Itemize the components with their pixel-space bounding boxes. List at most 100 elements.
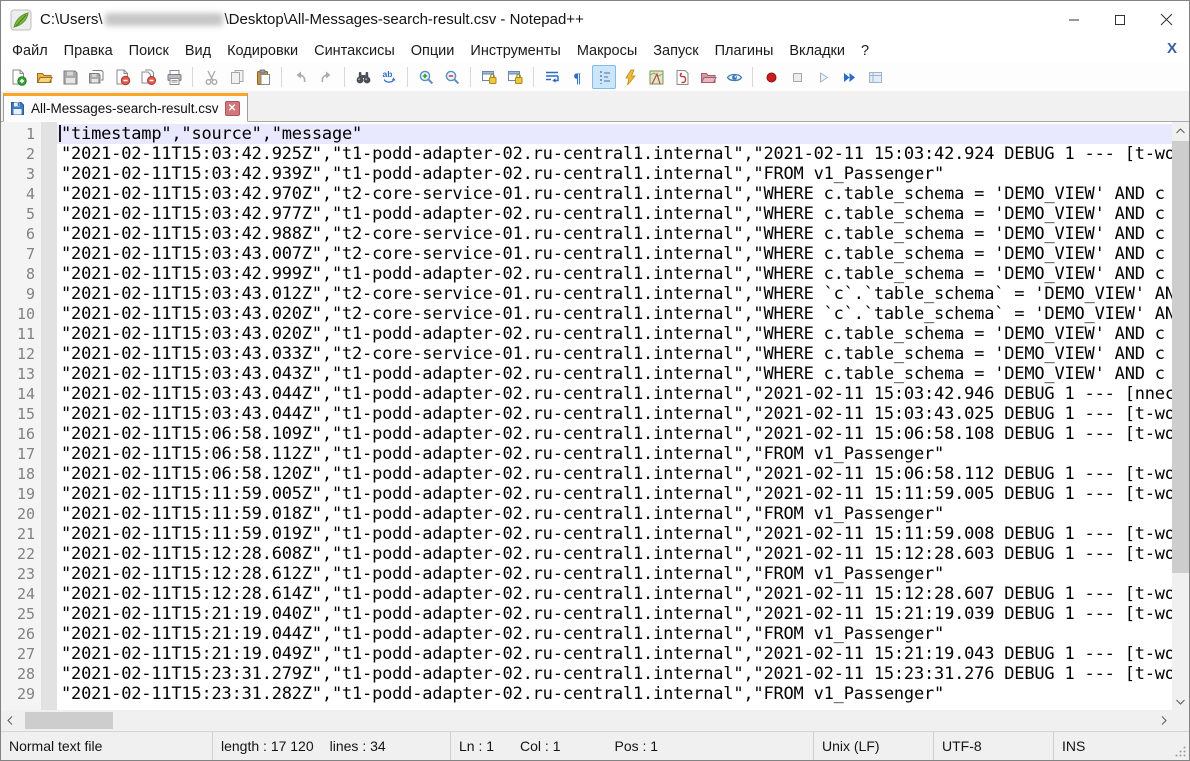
redo-icon[interactable]: [314, 65, 338, 89]
macro-play-icon[interactable]: [811, 65, 835, 89]
paste-icon[interactable]: [251, 65, 275, 89]
line-number[interactable]: 12: [1, 344, 35, 364]
horizontal-scrollbar[interactable]: [1, 710, 1172, 731]
line-number[interactable]: 10: [1, 304, 35, 324]
line-number[interactable]: 15: [1, 404, 35, 424]
editor-line[interactable]: "2021-02-11T15:21:19.044Z","t1-podd-adap…: [61, 624, 1172, 644]
line-number[interactable]: 28: [1, 664, 35, 684]
zoom-out-icon[interactable]: [440, 65, 464, 89]
macro-record-icon[interactable]: [759, 65, 783, 89]
zoom-in-icon[interactable]: [414, 65, 438, 89]
line-number[interactable]: 25: [1, 604, 35, 624]
tab-all-messages-search-result[interactable]: All-Messages-search-result.csv ✕: [3, 93, 248, 122]
menu-item[interactable]: Кодировки: [219, 41, 306, 61]
editor-line[interactable]: "2021-02-11T15:11:59.005Z","t1-podd-adap…: [61, 484, 1172, 504]
editor-line[interactable]: "2021-02-11T15:03:43.044Z","t1-podd-adap…: [61, 404, 1172, 424]
line-number[interactable]: 7: [1, 244, 35, 264]
line-number[interactable]: 16: [1, 424, 35, 444]
sync-horizontal-scroll-icon[interactable]: [503, 65, 527, 89]
title-bar[interactable]: C:\Users\\Desktop\All-Messages-search-re…: [1, 1, 1189, 38]
editor-line[interactable]: "2021-02-11T15:03:42.999Z","t1-podd-adap…: [61, 264, 1172, 284]
editor-line[interactable]: "2021-02-11T15:12:28.612Z","t1-podd-adap…: [61, 564, 1172, 584]
menu-item[interactable]: Вкладки: [781, 41, 853, 61]
vertical-scroll-thumb[interactable]: [1172, 141, 1189, 573]
scroll-up-arrow-icon[interactable]: [1172, 122, 1189, 139]
close-button[interactable]: [1143, 1, 1189, 38]
save-all-icon[interactable]: [84, 65, 108, 89]
line-number[interactable]: 1: [1, 124, 35, 144]
line-number[interactable]: 5: [1, 204, 35, 224]
text-area[interactable]: "timestamp","source","message""2021-02-1…: [57, 122, 1172, 710]
editor-line[interactable]: "2021-02-11T15:11:59.018Z","t1-podd-adap…: [61, 504, 1172, 524]
scroll-left-arrow-icon[interactable]: [1, 710, 18, 731]
line-number[interactable]: 19: [1, 484, 35, 504]
editor-line[interactable]: "2021-02-11T15:23:31.282Z","t1-podd-adap…: [61, 684, 1172, 704]
menu-item[interactable]: Синтаксисы: [306, 41, 403, 61]
scroll-down-arrow-icon[interactable]: [1172, 693, 1189, 710]
line-number[interactable]: 24: [1, 584, 35, 604]
menu-item[interactable]: Поиск: [121, 41, 177, 61]
line-number[interactable]: 11: [1, 324, 35, 344]
resize-grip-icon[interactable]: [1174, 745, 1187, 758]
print-icon[interactable]: [162, 65, 186, 89]
save-icon[interactable]: [58, 65, 82, 89]
macro-run-multiple-icon[interactable]: [837, 65, 861, 89]
new-file-icon[interactable]: [6, 65, 30, 89]
scroll-right-arrow-icon[interactable]: [1155, 710, 1172, 731]
editor-line[interactable]: "2021-02-11T15:03:43.020Z","t2-core-serv…: [61, 304, 1172, 324]
folder-as-workspace-icon[interactable]: [696, 65, 720, 89]
editor-line[interactable]: "2021-02-11T15:03:43.033Z","t2-core-serv…: [61, 344, 1172, 364]
line-number[interactable]: 18: [1, 464, 35, 484]
editor-line[interactable]: "2021-02-11T15:03:42.988Z","t2-core-serv…: [61, 224, 1172, 244]
status-eol-format[interactable]: Unix (LF): [814, 732, 934, 760]
line-number[interactable]: 22: [1, 544, 35, 564]
user-defined-language-icon[interactable]: [618, 65, 642, 89]
close-all-files-icon[interactable]: [136, 65, 160, 89]
undo-icon[interactable]: [288, 65, 312, 89]
editor-line[interactable]: "2021-02-11T15:03:42.925Z","t1-podd-adap…: [61, 144, 1172, 164]
editor-line[interactable]: "2021-02-11T15:12:28.608Z","t1-podd-adap…: [61, 544, 1172, 564]
editor-line[interactable]: "2021-02-11T15:03:43.020Z","t1-podd-adap…: [61, 324, 1172, 344]
monitoring-icon[interactable]: [722, 65, 746, 89]
editor-line[interactable]: "2021-02-11T15:03:42.977Z","t1-podd-adap…: [61, 204, 1172, 224]
macro-save-icon[interactable]: [863, 65, 887, 89]
editor-line[interactable]: "2021-02-11T15:03:42.970Z","t2-core-serv…: [61, 184, 1172, 204]
editor-line[interactable]: "timestamp","source","message": [57, 124, 1172, 144]
horizontal-scroll-thumb[interactable]: [25, 712, 113, 729]
editor-line[interactable]: "2021-02-11T15:06:58.112Z","t1-podd-adap…: [61, 444, 1172, 464]
line-number[interactable]: 14: [1, 384, 35, 404]
menu-item[interactable]: Файл: [4, 41, 56, 61]
vertical-scroll-track[interactable]: [1172, 139, 1189, 693]
find-icon[interactable]: [351, 65, 375, 89]
status-insert-mode[interactable]: INS: [1054, 732, 1189, 760]
line-number[interactable]: 6: [1, 224, 35, 244]
show-indent-guide-icon[interactable]: [592, 65, 616, 89]
vertical-scrollbar[interactable]: [1172, 122, 1189, 710]
editor-line[interactable]: "2021-02-11T15:03:43.043Z","t1-podd-adap…: [61, 364, 1172, 384]
copy-icon[interactable]: [225, 65, 249, 89]
menu-item[interactable]: Макросы: [569, 41, 645, 61]
editor-line[interactable]: "2021-02-11T15:21:19.040Z","t1-podd-adap…: [61, 604, 1172, 624]
line-number[interactable]: 20: [1, 504, 35, 524]
editor-line[interactable]: "2021-02-11T15:06:58.109Z","t1-podd-adap…: [61, 424, 1172, 444]
menu-item[interactable]: Инструменты: [462, 41, 568, 61]
line-number[interactable]: 13: [1, 364, 35, 384]
editor-line[interactable]: "2021-02-11T15:06:58.120Z","t1-podd-adap…: [61, 464, 1172, 484]
line-number[interactable]: 21: [1, 524, 35, 544]
line-number[interactable]: 4: [1, 184, 35, 204]
editor-line[interactable]: "2021-02-11T15:03:42.939Z","t1-podd-adap…: [61, 164, 1172, 184]
cut-icon[interactable]: [199, 65, 223, 89]
line-number[interactable]: 9: [1, 284, 35, 304]
editor-line[interactable]: "2021-02-11T15:12:28.614Z","t1-podd-adap…: [61, 584, 1172, 604]
menu-item[interactable]: Запуск: [645, 41, 706, 61]
bookmark-margin[interactable]: [41, 122, 57, 710]
macro-stop-icon[interactable]: [785, 65, 809, 89]
line-number[interactable]: 3: [1, 164, 35, 184]
word-wrap-icon[interactable]: [540, 65, 564, 89]
document-map-icon[interactable]: [644, 65, 668, 89]
tab-close-icon[interactable]: ✕: [225, 101, 240, 116]
line-number[interactable]: 29: [1, 684, 35, 704]
replace-icon[interactable]: ab: [377, 65, 401, 89]
line-number[interactable]: 8: [1, 264, 35, 284]
editor-line[interactable]: "2021-02-11T15:21:19.049Z","t1-podd-adap…: [61, 644, 1172, 664]
